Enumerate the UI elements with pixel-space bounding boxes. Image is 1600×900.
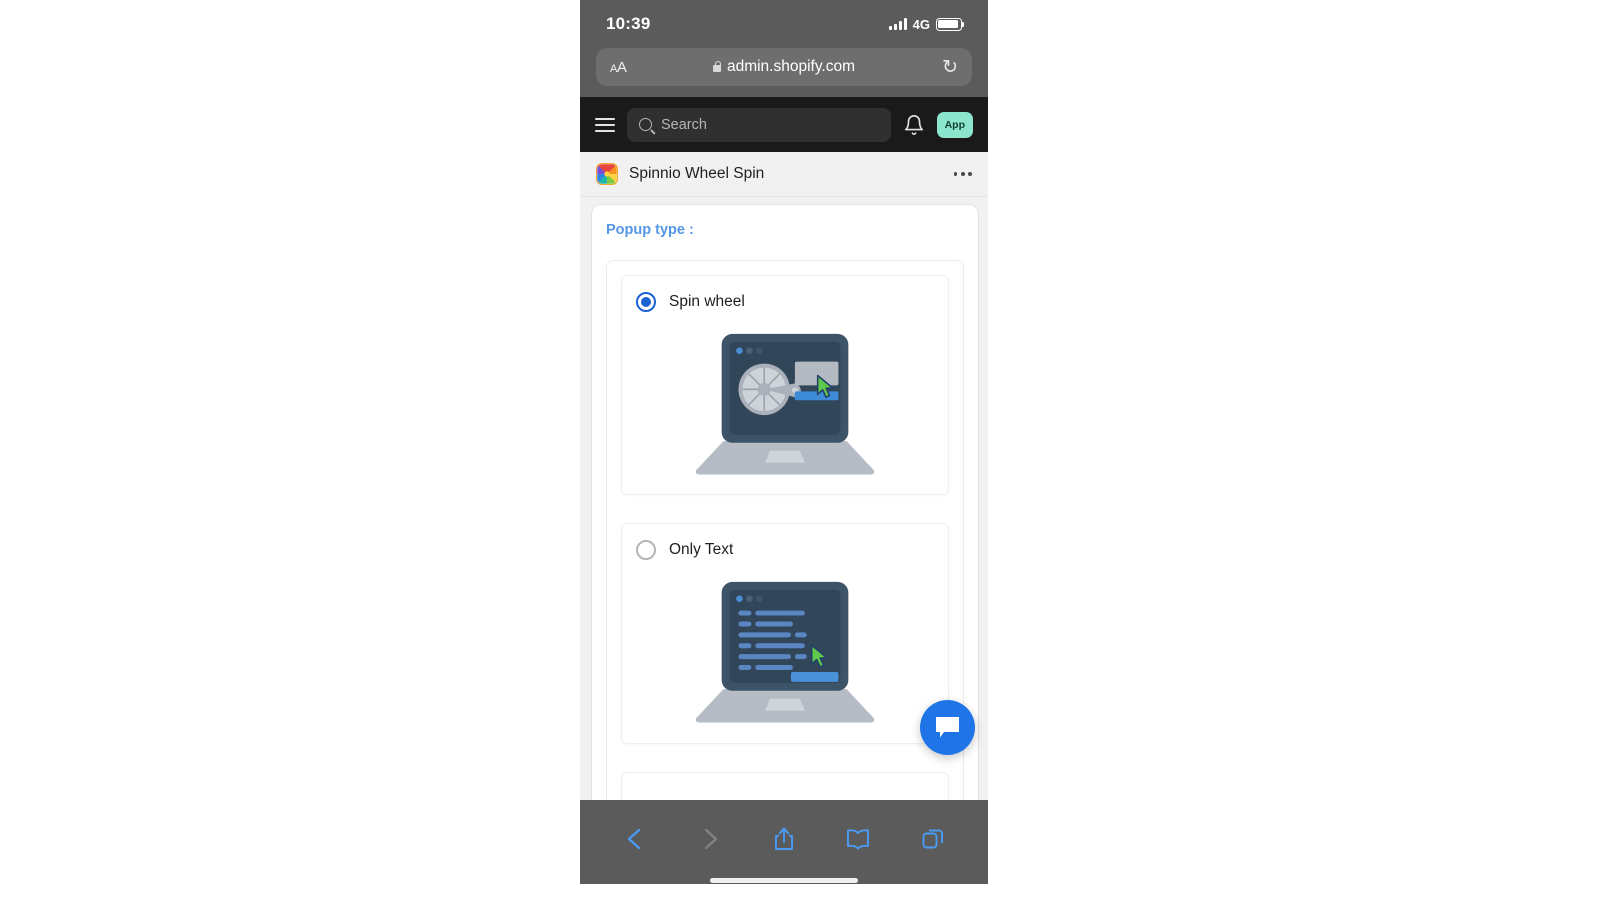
signal-bars-icon: [888, 18, 907, 30]
text-size-button[interactable]: AA: [610, 59, 627, 76]
forward-button: [687, 816, 733, 862]
search-input[interactable]: Search: [627, 107, 891, 142]
share-icon[interactable]: [761, 816, 807, 862]
chat-widget-button[interactable]: [920, 700, 975, 755]
account-badge[interactable]: App: [936, 111, 973, 138]
url-display: admin.shopify.com: [596, 58, 972, 76]
home-indicator-area: [580, 878, 988, 884]
phone-viewport: 10:39 4G AA admin.shopify.com ↻ Search A…: [580, 0, 988, 884]
shopify-top-nav: Search App: [580, 97, 988, 152]
more-options-icon[interactable]: [953, 172, 972, 176]
option-card-partial[interactable]: [621, 771, 949, 800]
search-placeholder: Search: [661, 116, 707, 133]
laptop-only-text-illustration: [636, 564, 934, 730]
safari-bottom-toolbar: [580, 800, 988, 878]
option-only-text[interactable]: Only Text: [621, 523, 949, 744]
url-text: admin.shopify.com: [726, 58, 856, 75]
option-header: Only Text: [636, 540, 934, 561]
screenshot-root: 10:39 4G AA admin.shopify.com ↻ Search A…: [0, 0, 1600, 900]
radio-only-text[interactable]: [636, 540, 656, 561]
home-indicator: [710, 878, 858, 883]
page-scroll-area[interactable]: Popup type : Spin wheel Only Text: [580, 197, 988, 800]
status-bar-indicators: 4G: [888, 16, 965, 32]
popup-type-label: Popup type :: [606, 222, 694, 238]
safari-url-bar-container: AA admin.shopify.com ↻: [580, 48, 988, 97]
page-title: Spinnio Wheel Spin: [629, 165, 765, 182]
option-label-spin-wheel: Spin wheel: [669, 293, 745, 310]
safari-url-bar[interactable]: AA admin.shopify.com ↻: [596, 48, 972, 86]
book-icon[interactable]: [835, 816, 881, 862]
app-header-bar: Spinnio Wheel Spin: [580, 152, 988, 197]
chat-bubble-icon: [936, 717, 959, 738]
radio-spin-wheel[interactable]: [636, 292, 656, 312]
back-button[interactable]: [612, 816, 658, 862]
ios-status-bar: 10:39 4G: [580, 0, 988, 48]
reload-icon[interactable]: ↻: [942, 57, 958, 77]
option-label-only-text: Only Text: [669, 541, 734, 559]
search-icon: [639, 118, 652, 131]
tabs-icon[interactable]: [910, 816, 956, 862]
lock-icon: [712, 60, 722, 72]
laptop-spin-wheel-illustration: [636, 316, 934, 482]
option-header: Spin wheel: [636, 292, 934, 312]
status-bar-time: 10:39: [606, 14, 651, 33]
settings-card: Popup type : Spin wheel Only Text: [592, 205, 978, 800]
option-spin-wheel[interactable]: Spin wheel: [621, 275, 949, 496]
battery-icon: [936, 17, 965, 31]
network-type-label: 4G: [912, 16, 930, 32]
hamburger-menu-icon[interactable]: [595, 117, 615, 132]
popup-type-option-group: Spin wheel Only Text: [606, 260, 964, 800]
spinnio-app-icon: [596, 163, 618, 185]
bell-icon[interactable]: [903, 114, 925, 136]
